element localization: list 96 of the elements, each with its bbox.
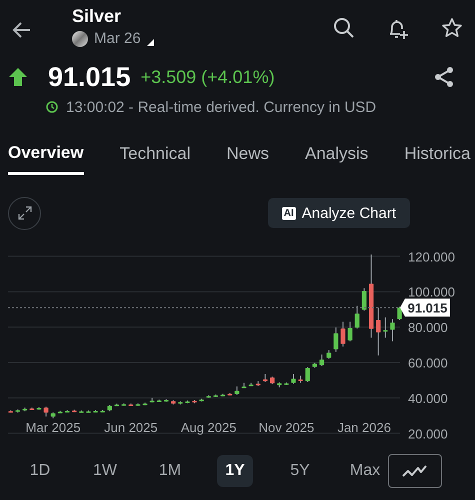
candlestick [136,402,140,406]
candlestick [390,318,395,342]
candlestick [93,410,98,413]
search-icon[interactable] [333,17,355,39]
instrument-title: Silver [72,5,122,27]
candlestick [72,409,77,413]
candlestick [142,402,148,406]
candlestick [79,410,84,413]
candlestick [376,307,381,356]
axis-label: 120.000 [408,249,455,264]
axis-label: Mar 2025 [26,420,81,435]
candlestick [248,382,254,387]
candlestick [270,376,275,385]
candlestick [86,410,91,413]
analyze-chart-button[interactable]: AI Analyze Chart [268,198,410,228]
tab[interactable]: News [226,132,269,176]
range-tab[interactable]: 1D [22,455,58,487]
candlestick [185,400,190,404]
expand-button[interactable] [8,196,41,230]
range-tab[interactable]: 1W [87,455,123,487]
candlestick [171,400,176,405]
axis-label: Jun 2025 [104,420,158,435]
tab[interactable]: Overview [8,132,84,175]
candlestick [192,400,197,404]
axis-label: 20.000 [408,426,448,442]
candlestick [64,410,70,413]
axis-label: Jan 2026 [337,420,391,435]
expand-icon [16,205,32,221]
candlestick [122,402,126,406]
candlestick [362,288,366,312]
candlestick [44,406,48,417]
candlestick [220,393,226,397]
candlestick [319,354,324,367]
axis-label: 100.000 [408,284,455,300]
clock-icon [46,101,58,113]
price-change: +3.509 (+4.01%) [140,66,275,88]
candlestick [326,350,332,360]
candlestick [262,374,268,382]
quote-status-text: 13:00:02 - Real-time derived. Currency in USD [66,98,376,116]
candlestick [30,407,34,410]
candlestick [100,409,105,412]
candlestick [213,394,218,398]
candlestick [397,306,402,321]
candlestick [8,410,13,414]
candlestick [36,406,42,410]
candlestick [114,403,120,406]
share-icon[interactable] [433,66,455,88]
dropdown-corner-icon[interactable] [146,39,154,46]
chart-type-button[interactable] [388,454,442,488]
candlestick [234,386,240,396]
candlestick [277,382,282,388]
candlestick [284,382,289,386]
coin-icon [72,30,88,46]
candlestick [128,403,134,406]
candlestick [178,400,183,405]
candlestick [107,404,112,412]
last-price: 91.015 [48,62,131,92]
axis-label: 40.000 [408,390,448,406]
candlestick [242,382,246,388]
candlestick [199,398,204,402]
candlestick [354,305,360,330]
candlestick [340,321,346,348]
candlestick [22,407,28,412]
candlestick [256,380,260,387]
contract-month[interactable]: Mar 26 [94,30,141,47]
candlestick [383,316,388,338]
candlestick [298,375,303,384]
tab[interactable]: Analysis [305,132,368,176]
candlestick [348,321,352,342]
price-tag: 91.015 [400,298,450,317]
candlestick [228,392,232,396]
candlestick [156,399,162,402]
line-chart-icon [402,464,428,478]
range-tab[interactable]: 1M [152,455,188,487]
candlestick [58,410,62,414]
axis-label: Aug 2025 [180,420,236,435]
candlestick [164,398,169,402]
candlestick [334,326,338,352]
range-tab[interactable]: Max [347,455,383,487]
tab[interactable]: Technical [120,132,190,176]
axis-label: Nov 2025 [258,420,314,435]
ref-line-label: 91.015 [408,300,448,316]
candlestick [150,397,154,403]
range-tab[interactable]: 1Y [217,455,253,487]
candlestick [312,362,317,368]
range-tab[interactable]: 5Y [282,455,318,487]
candlestick [15,408,20,414]
tab[interactable]: Historica [404,132,470,176]
candlestick [206,394,211,398]
axis-label: 60.000 [408,356,448,370]
star-icon[interactable] [441,17,463,39]
candlestick [291,374,296,384]
candlestick [305,366,310,382]
ai-badge: AI [282,206,296,220]
axis-label: 80.000 [408,320,448,336]
candlestick [50,412,56,419]
